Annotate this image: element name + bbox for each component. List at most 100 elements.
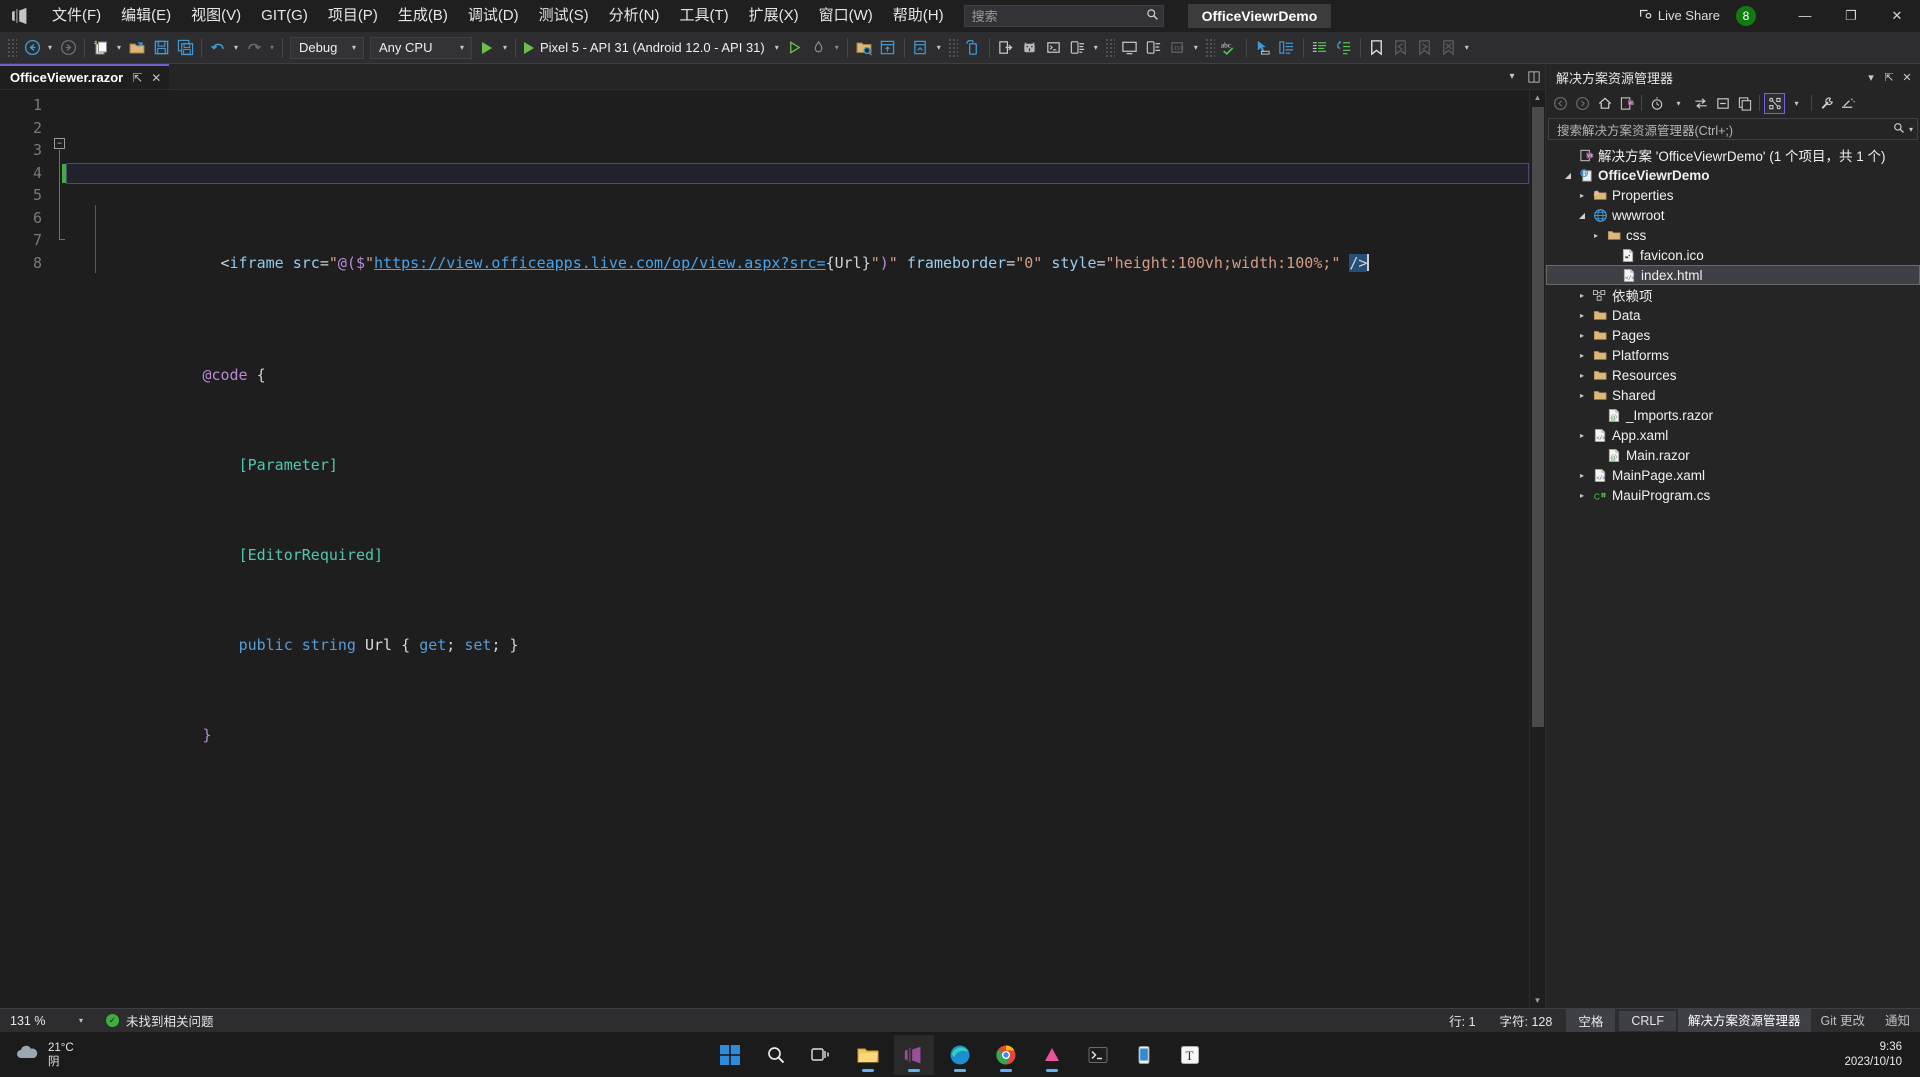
twisty[interactable]: ▸	[1574, 431, 1590, 440]
scroll-thumb[interactable]	[1531, 107, 1544, 727]
menu-analyze[interactable]: 分析(N)	[599, 2, 670, 30]
toolbar-overflow[interactable]: ▾	[1461, 36, 1473, 60]
menu-help[interactable]: 帮助(H)	[883, 2, 954, 30]
notification-badge[interactable]: 8	[1736, 5, 1756, 26]
code-line-7[interactable]: }	[70, 702, 1529, 744]
file-explorer-icon[interactable]	[848, 1035, 888, 1075]
close-icon[interactable]: ✕	[151, 71, 161, 85]
start-button[interactable]	[710, 1035, 750, 1075]
global-search-box[interactable]: 搜索	[963, 4, 1164, 27]
navigate-forward-icon[interactable]	[56, 36, 80, 60]
menu-project[interactable]: 项目(P)	[318, 2, 388, 30]
pending-changes-icon[interactable]	[1646, 93, 1667, 114]
tree-node-css[interactable]: ▸ css	[1546, 225, 1920, 245]
collapse-all-icon[interactable]	[1712, 93, 1733, 114]
select-folder-icon[interactable]	[852, 36, 876, 60]
code-line-2[interactable]	[70, 252, 1529, 275]
diagnostics-status[interactable]: ✓ 未找到相关问题	[92, 1011, 214, 1030]
save-all-icon[interactable]	[173, 36, 197, 60]
twisty[interactable]: ◢	[1560, 171, 1576, 180]
menu-view[interactable]: 视图(V)	[181, 2, 251, 30]
code-line-8[interactable]	[70, 792, 1529, 815]
open-file-icon[interactable]	[125, 36, 149, 60]
navigate-back-dropdown[interactable]: ▾	[44, 36, 56, 60]
start-debug-icon[interactable]	[475, 36, 499, 60]
twisty[interactable]: ▸	[1574, 471, 1590, 480]
visual-studio-taskbar-icon[interactable]	[894, 1034, 934, 1075]
phone-link-icon[interactable]	[1124, 1035, 1164, 1075]
twisty[interactable]: ▸	[1574, 371, 1590, 380]
tree-node-app-xaml[interactable]: ▸ </> App.xaml	[1546, 425, 1920, 445]
menu-file[interactable]: 文件(F)	[42, 2, 111, 30]
tree-node-favicon[interactable]: favicon.ico	[1546, 245, 1920, 265]
toolbar-grip-4[interactable]	[1204, 37, 1215, 58]
search-options-caret-icon[interactable]: ▾	[1905, 125, 1913, 134]
tree-node-main-razor[interactable]: @ Main.razor	[1546, 445, 1920, 465]
pink-app-icon[interactable]	[1032, 1035, 1072, 1075]
outlining-margin[interactable]: −	[50, 90, 70, 1008]
device-refresh-icon[interactable]	[961, 36, 985, 60]
previous-bookmark-icon[interactable]	[1389, 36, 1413, 60]
pointer-select-icon[interactable]	[1251, 36, 1275, 60]
code-line-4[interactable]: [Parameter]	[70, 432, 1529, 474]
twisty[interactable]: ▸	[1574, 291, 1590, 300]
tree-node-imports-razor[interactable]: @ _Imports.razor	[1546, 405, 1920, 425]
tree-node-mainpage-xaml[interactable]: ▸ </> MainPage.xaml	[1546, 465, 1920, 485]
menu-window[interactable]: 窗口(W)	[809, 2, 883, 30]
code-line-5[interactable]: [EditorRequired]	[70, 522, 1529, 564]
menu-build[interactable]: 生成(B)	[388, 2, 458, 30]
menu-debug[interactable]: 调试(D)	[458, 2, 529, 30]
code-line-3[interactable]: @code {	[70, 342, 1529, 384]
tree-node-pages[interactable]: ▸ Pages	[1546, 325, 1920, 345]
close-icon[interactable]: ✕	[1898, 71, 1916, 84]
start-debug-dropdown[interactable]: ▾	[499, 36, 511, 60]
twisty[interactable]: ▸	[1574, 491, 1590, 500]
properties-window-icon[interactable]	[1734, 93, 1755, 114]
twisty[interactable]: ▸	[1574, 351, 1590, 360]
toolbar-grip[interactable]	[7, 37, 17, 58]
indentation-mode[interactable]: 空格	[1566, 1008, 1616, 1033]
twisty[interactable]: ▸	[1574, 311, 1590, 320]
menu-edit[interactable]: 编辑(E)	[111, 2, 181, 30]
twisty[interactable]: ▸	[1574, 391, 1590, 400]
redo-icon[interactable]	[242, 36, 266, 60]
edge-browser-icon[interactable]	[940, 1035, 980, 1075]
menu-tools[interactable]: 工具(T)	[669, 2, 738, 30]
task-view-icon[interactable]	[802, 1035, 842, 1075]
chevron-down-icon[interactable]: ▾	[1668, 93, 1689, 114]
twisty[interactable]: ▸	[1574, 191, 1590, 200]
wrench-icon[interactable]	[1816, 93, 1837, 114]
layout-dropdown[interactable]: ▾	[933, 36, 945, 60]
console-icon[interactable]	[1042, 36, 1066, 60]
tree-node-platforms[interactable]: ▸ Platforms	[1546, 345, 1920, 365]
status-tab-notifications[interactable]: 通知	[1875, 1009, 1920, 1033]
tree-node-mauiprogram-cs[interactable]: ▸ C MauiProgram.cs	[1546, 485, 1920, 505]
platform-combo[interactable]: Any CPU ▾	[370, 36, 472, 59]
comment-lines-icon[interactable]	[1308, 36, 1332, 60]
weather-widget[interactable]: 21°C 阴	[0, 1041, 74, 1069]
tree-node-properties[interactable]: ▸ Properties	[1546, 185, 1920, 205]
code-line-6[interactable]: public string Url { get; set; }	[70, 612, 1529, 654]
taskbar-search-icon[interactable]	[756, 1035, 796, 1075]
menu-test[interactable]: 测试(S)	[529, 2, 599, 30]
scroll-down-icon[interactable]: ▼	[1530, 993, 1546, 1008]
layout-window-icon[interactable]	[909, 36, 933, 60]
ide-icon[interactable]: IDE	[1166, 36, 1190, 60]
hot-reload-dropdown[interactable]: ▾	[831, 36, 843, 60]
device-preview-icon[interactable]	[1142, 36, 1166, 60]
uncomment-lines-icon[interactable]	[1332, 36, 1356, 60]
new-item-dropdown[interactable]: ▾	[113, 36, 125, 60]
start-without-debugging-icon[interactable]	[783, 36, 807, 60]
close-button[interactable]: ✕	[1874, 0, 1920, 32]
monitor-icon[interactable]	[1118, 36, 1142, 60]
device-log-dropdown[interactable]: ▾	[1090, 36, 1102, 60]
save-icon[interactable]	[149, 36, 173, 60]
next-bookmark-icon[interactable]	[1413, 36, 1437, 60]
zoom-level[interactable]: 131 %	[0, 1014, 70, 1028]
pin-icon[interactable]: ⇱	[1880, 71, 1898, 84]
twisty[interactable]: ▸	[1588, 231, 1604, 240]
tree-node-data[interactable]: ▸ Data	[1546, 305, 1920, 325]
tab-list-dropdown-icon[interactable]: ▾	[1501, 64, 1523, 89]
line-ending-mode[interactable]: CRLF	[1619, 1010, 1677, 1031]
forward-icon[interactable]	[1572, 93, 1593, 114]
